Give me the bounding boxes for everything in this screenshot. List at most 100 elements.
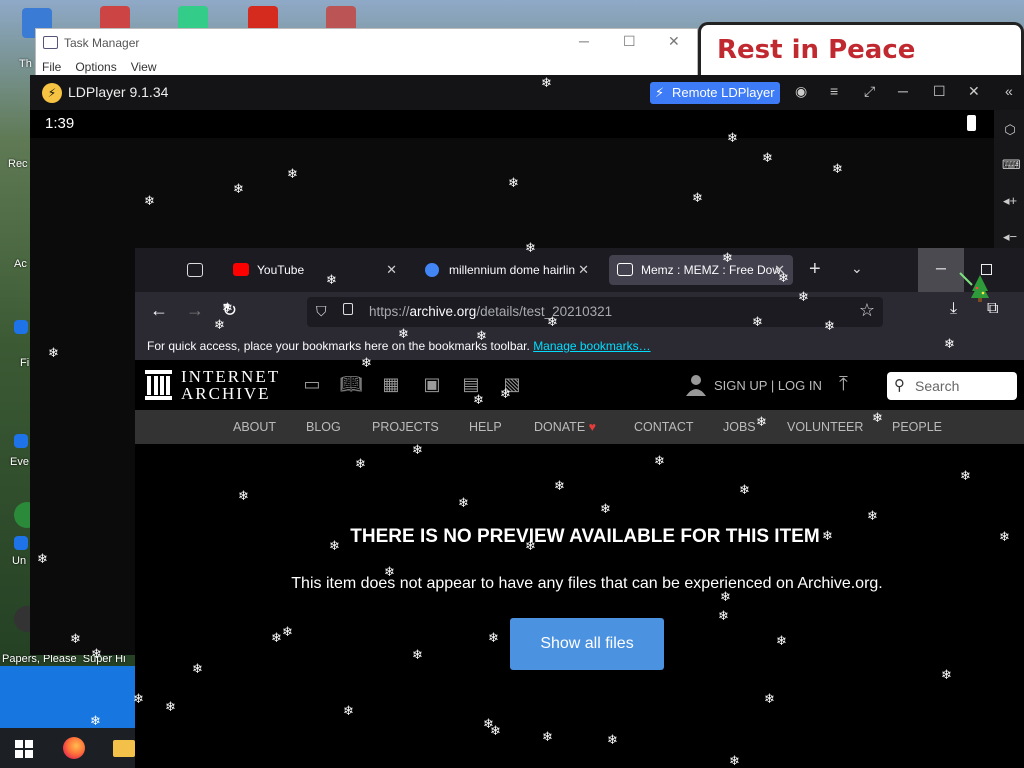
- snowflake-icon: ❄: [282, 625, 293, 640]
- tab-google-search[interactable]: millennium dome hairlin ✕: [417, 255, 597, 285]
- search-input[interactable]: ⚲ Search: [887, 372, 1017, 400]
- snowflake-icon: ❄: [722, 251, 733, 266]
- new-tab-icon[interactable]: +: [809, 258, 821, 281]
- snowflake-icon: ❄: [727, 131, 738, 146]
- snowflake-icon: ❄: [941, 668, 952, 683]
- tree-cursor-icon: [959, 272, 989, 302]
- bookmark-star-icon[interactable]: ☆: [859, 300, 875, 321]
- tab-label: millennium dome hairlin: [449, 263, 576, 277]
- task-manager-window[interactable]: Task Manager ─ ☐ ✕ File Options View: [35, 28, 698, 78]
- user-icon[interactable]: [685, 374, 707, 396]
- audio-icon[interactable]: ▣: [420, 374, 444, 396]
- menu-view[interactable]: View: [131, 60, 157, 74]
- snowflake-icon: ❄: [654, 454, 665, 469]
- nav-help[interactable]: HELP: [469, 420, 502, 434]
- back-icon[interactable]: ←: [150, 300, 168, 321]
- snowflake-icon: ❄: [233, 182, 244, 197]
- maximize-icon[interactable]: ☐: [933, 83, 946, 100]
- snowflake-icon: ❄: [872, 411, 883, 426]
- wallpaper-blue-area: [0, 666, 135, 736]
- volume-up-icon[interactable]: ◂+: [1002, 193, 1018, 208]
- window-title: Task Manager: [64, 36, 140, 50]
- close-icon[interactable]: ✕: [668, 33, 680, 50]
- rest-in-peace-window[interactable]: Rest in Peace: [698, 22, 1024, 82]
- close-tab-icon[interactable]: ✕: [578, 255, 589, 285]
- collapse-sidebar-icon[interactable]: «: [1005, 83, 1013, 99]
- nav-people[interactable]: PEOPLE: [892, 420, 942, 434]
- snowflake-icon: ❄: [762, 151, 773, 166]
- file-explorer-icon[interactable]: [113, 740, 135, 757]
- upload-icon[interactable]: ⤒: [839, 373, 848, 396]
- snowflake-icon: ❄: [822, 529, 833, 544]
- shortcut-icon[interactable]: [14, 320, 28, 334]
- shortcut-icon[interactable]: [14, 434, 28, 448]
- desktop-icon-label: Rec: [8, 158, 28, 170]
- snowflake-icon: ❄: [692, 191, 703, 206]
- minimize-icon[interactable]: ─: [579, 33, 589, 49]
- menu-icon[interactable]: ≡: [830, 83, 838, 99]
- fullscreen-icon[interactable]: ⤢: [864, 83, 875, 100]
- snowflake-icon: ❄: [490, 724, 501, 739]
- web-icon[interactable]: ▭: [300, 374, 324, 396]
- tracking-protection-icon[interactable]: ⛉: [316, 303, 327, 320]
- tab-youtube[interactable]: YouTube ✕: [225, 255, 405, 285]
- video-icon[interactable]: ▦: [379, 374, 403, 396]
- url-text[interactable]: https://archive.org/details/test_2021032…: [369, 304, 612, 319]
- nav-contact[interactable]: CONTACT: [634, 420, 694, 434]
- title-bar[interactable]: ⚡ LDPlayer 9.1.34 ⚡ Remote LDPlayer ◉ ≡ …: [30, 75, 1024, 110]
- minimize-icon[interactable]: ─: [898, 83, 908, 99]
- remote-ldplayer-button[interactable]: ⚡ Remote LDPlayer: [650, 82, 780, 104]
- snowflake-icon: ❄: [412, 648, 423, 663]
- menu-file[interactable]: File: [42, 60, 61, 74]
- archive-logo-icon[interactable]: [145, 370, 172, 400]
- nav-volunteer[interactable]: VOLUNTEER: [787, 420, 863, 434]
- manage-bookmarks-link[interactable]: Manage bookmarks…: [533, 339, 650, 353]
- snowflake-icon: ❄: [798, 290, 809, 305]
- firefox-view-icon[interactable]: [187, 263, 203, 277]
- snowflake-icon: ❄: [90, 714, 101, 729]
- menu-options[interactable]: Options: [75, 60, 116, 74]
- nav-about[interactable]: ABOUT: [233, 420, 276, 434]
- forward-icon[interactable]: →: [186, 300, 204, 321]
- nav-donate-label: DONATE: [534, 420, 586, 434]
- snowflake-icon: ❄: [144, 194, 155, 209]
- desktop-icon-label: Fi: [20, 357, 30, 369]
- snowflake-icon: ❄: [824, 319, 835, 334]
- url-bar[interactable]: ⛉ https://archive.org/details/test_20210…: [307, 297, 883, 327]
- signup-login-link[interactable]: SIGN UP | LOG IN: [714, 378, 822, 393]
- account-icon[interactable]: ◉: [795, 83, 807, 100]
- snowflake-icon: ❄: [600, 502, 611, 517]
- maximize-icon[interactable]: ☐: [623, 33, 636, 50]
- nav-donate[interactable]: DONATE ♥: [534, 420, 596, 434]
- rip-text: Rest in Peace: [717, 35, 916, 65]
- firefox-taskbar-icon[interactable]: [63, 737, 85, 759]
- nav-jobs[interactable]: JOBS: [723, 420, 756, 434]
- texts-icon[interactable]: 📖︎: [339, 374, 363, 396]
- snowflake-icon: ❄: [326, 273, 337, 288]
- volume-down-icon[interactable]: ◂−: [1002, 229, 1018, 244]
- tab-label: YouTube: [257, 263, 305, 277]
- show-all-files-button[interactable]: Show all files: [510, 618, 664, 670]
- close-tab-icon[interactable]: ✕: [386, 255, 397, 285]
- snowflake-icon: ❄: [554, 479, 565, 494]
- shortcut-icon[interactable]: [14, 536, 28, 550]
- keyboard-icon[interactable]: ⌨: [1002, 157, 1021, 172]
- snowflake-icon: ❄: [271, 631, 282, 646]
- nav-blog[interactable]: BLOG: [306, 420, 341, 434]
- snowflake-icon: ❄: [999, 530, 1010, 545]
- snowflake-icon: ❄: [222, 301, 233, 316]
- tab-archive-memz[interactable]: Memz : MEMZ : Free Dow ✕: [609, 255, 793, 285]
- snowflake-icon: ❄: [867, 509, 878, 524]
- archive-logo-text[interactable]: INTERNET ARCHIVE: [181, 368, 280, 402]
- lock-icon[interactable]: [343, 303, 353, 315]
- close-icon[interactable]: ✕: [968, 83, 980, 100]
- downloads-icon[interactable]: ⤓: [950, 300, 957, 318]
- desktop-icon-label: Ac: [14, 258, 27, 270]
- archive-icon: [617, 263, 633, 276]
- windows-start-icon[interactable]: [15, 740, 33, 758]
- nav-projects[interactable]: PROJECTS: [372, 420, 439, 434]
- snowflake-icon: ❄: [752, 315, 763, 330]
- list-all-tabs-icon[interactable]: ⌄: [851, 260, 863, 277]
- firefox-window[interactable]: YouTube ✕ millennium dome hairlin ✕ Memz…: [135, 248, 1024, 768]
- settings-icon[interactable]: ⬡: [1002, 122, 1018, 137]
